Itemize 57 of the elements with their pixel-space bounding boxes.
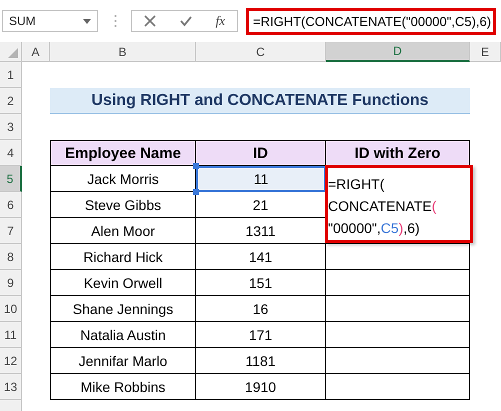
table-cell: Mike Robbins <box>50 374 196 400</box>
checkmark-icon[interactable] <box>180 15 192 27</box>
table-cell: Steve Gibbs <box>50 192 196 218</box>
row-header[interactable]: 13 <box>0 374 22 400</box>
name-box[interactable]: SUM <box>2 10 98 32</box>
insert-function-button[interactable]: fx <box>216 13 226 29</box>
row-header[interactable]: 8 <box>0 244 22 270</box>
row-header[interactable]: 3 <box>0 114 22 140</box>
table-cell: Natalia Austin <box>50 322 196 348</box>
cancel-icon[interactable] <box>144 15 156 27</box>
formula-token: ( <box>432 198 436 214</box>
row-header[interactable]: 2 <box>0 88 22 114</box>
table-cell: 11 <box>196 166 326 192</box>
formula-token: ,6) <box>403 220 420 236</box>
table-header: ID <box>196 140 326 166</box>
formula-token: CONCATENATE <box>328 198 432 214</box>
table-cell: Kevin Orwell <box>50 270 196 296</box>
cell-editor[interactable]: =RIGHT( CONCATENATE( "00000",C5),6) <box>325 165 473 243</box>
row-header[interactable]: 5 <box>0 166 22 192</box>
row-header[interactable]: 10 <box>0 296 22 322</box>
row-header[interactable]: 11 <box>0 322 22 348</box>
selection-handle[interactable] <box>193 163 199 169</box>
table-cell: Alen Moor <box>50 218 196 244</box>
row-header[interactable]: 1 <box>0 62 22 88</box>
table-cell: Jennifar Marlo <box>50 348 196 374</box>
row-header[interactable]: 6 <box>0 192 22 218</box>
selection-handle[interactable] <box>193 189 199 195</box>
formula-token: ) <box>398 220 404 236</box>
table-header: ID with Zero <box>326 140 470 166</box>
dropdown-caret-icon[interactable] <box>83 18 91 24</box>
column-header[interactable]: C <box>196 42 326 62</box>
column-header[interactable]: A <box>22 42 50 62</box>
row-header[interactable]: 4 <box>0 140 22 166</box>
table-header: Employee Name <box>50 140 196 166</box>
row-header[interactable]: 9 <box>0 270 22 296</box>
formula-field[interactable]: =RIGHT(CONCATENATE("00000",C5),6) <box>246 8 496 34</box>
table-cell: 1181 <box>196 348 326 374</box>
formula-token: "00000", <box>328 220 381 236</box>
grip-icon <box>114 14 117 28</box>
formula-token: =RIGHT( <box>328 176 384 192</box>
table-cell: 1910 <box>196 374 326 400</box>
row-header[interactable]: 7 <box>0 218 22 244</box>
select-all-icon[interactable] <box>8 48 18 58</box>
name-box-value: SUM <box>9 14 36 28</box>
table-cell: Shane Jennings <box>50 296 196 322</box>
row-header[interactable]: 12 <box>0 348 22 374</box>
sheet-title: Using RIGHT and CONCATENATE Functions <box>50 88 470 114</box>
column-header[interactable]: B <box>50 42 196 62</box>
table-cell: 141 <box>196 244 326 270</box>
column-header[interactable]: E <box>470 42 501 62</box>
formula-token: C5 <box>380 220 399 236</box>
table-cell: 171 <box>196 322 326 348</box>
table-cell: Richard Hick <box>50 244 196 270</box>
row-header[interactable] <box>0 400 22 411</box>
column-header[interactable]: D <box>326 42 470 62</box>
table-cell: 151 <box>196 270 326 296</box>
table-cell: 16 <box>196 296 326 322</box>
